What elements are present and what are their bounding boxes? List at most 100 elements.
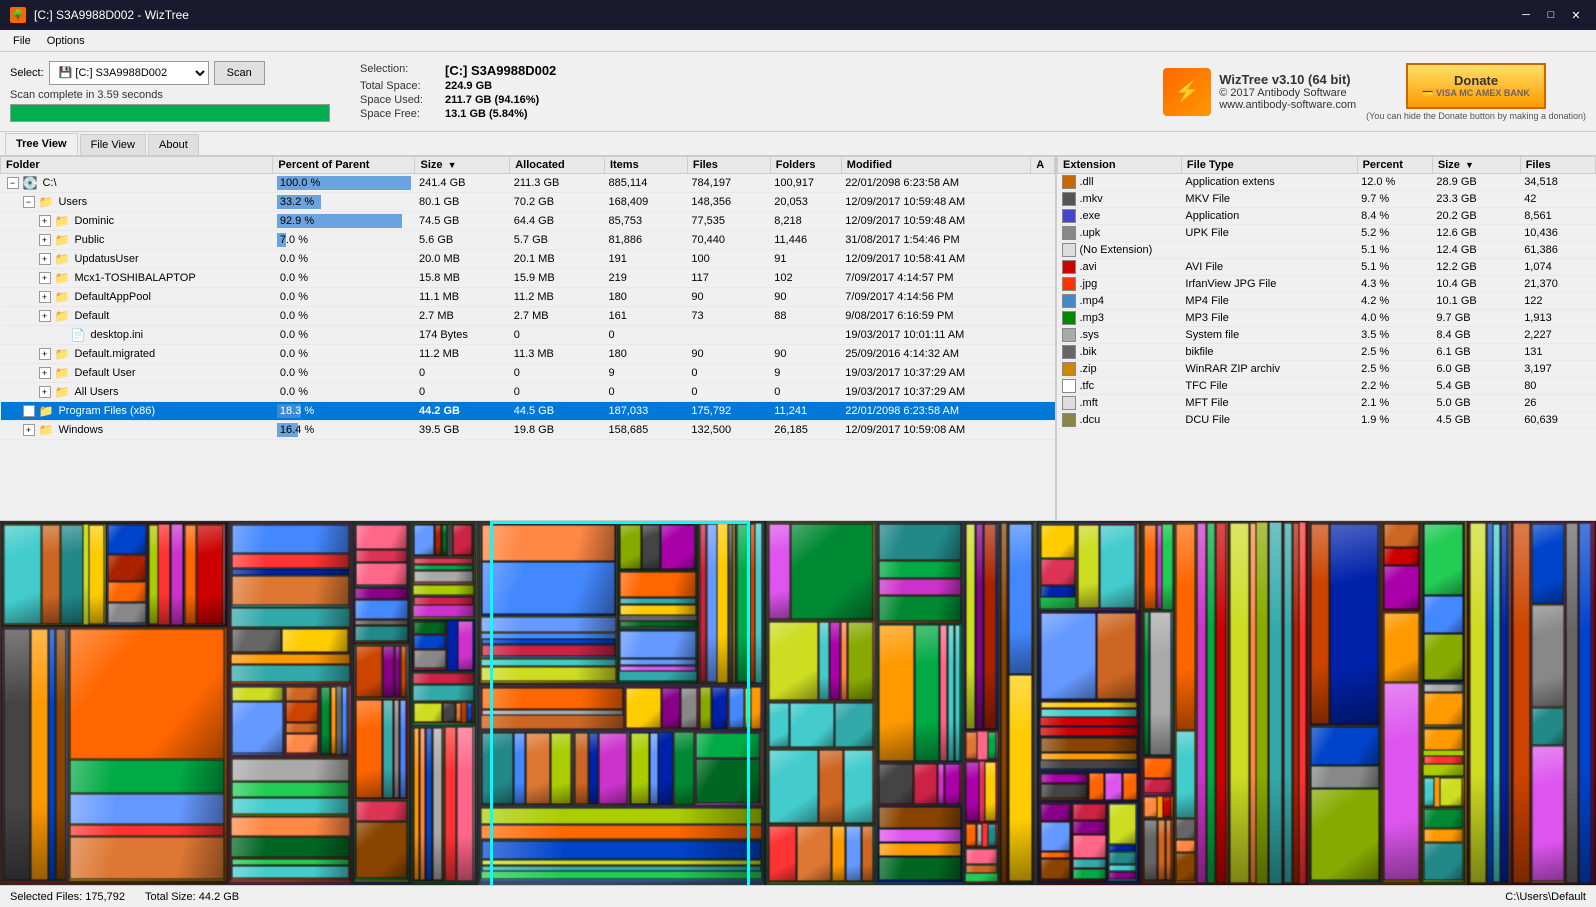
folder-panel: Folder Percent of Parent Size ▼ Allocate… xyxy=(0,156,1056,520)
table-row[interactable]: + 📁 All Users 0.0 % 0000019/03/2017 10:3… xyxy=(1,383,1055,402)
folder-scroll[interactable]: Folder Percent of Parent Size ▼ Allocate… xyxy=(0,156,1055,520)
tabs: Tree View File View About xyxy=(0,132,1596,156)
col-ext-size[interactable]: Size ▼ xyxy=(1432,157,1520,174)
ext-percent-cell: 5.2 % xyxy=(1357,225,1432,242)
expand-icon[interactable]: − xyxy=(23,196,35,208)
col-size[interactable]: Size ▼ xyxy=(415,157,510,174)
table-row[interactable]: + 📁 UpdatusUser 0.0 % 20.0 MB20.1 MB1911… xyxy=(1,250,1055,269)
list-item[interactable]: .jpg IrfanView JPG File4.3 %10.4 GB21,37… xyxy=(1058,276,1596,293)
maximize-button[interactable]: □ xyxy=(1541,5,1561,25)
list-item[interactable]: (No Extension) 5.1 %12.4 GB61,386 xyxy=(1058,242,1596,259)
col-files[interactable]: Files xyxy=(687,157,770,174)
treemap[interactable] xyxy=(0,521,1596,885)
col-ext-files[interactable]: Files xyxy=(1520,157,1595,174)
ext-files-cell: 26 xyxy=(1520,395,1595,412)
col-folders[interactable]: Folders xyxy=(770,157,841,174)
expand-icon[interactable]: + xyxy=(39,310,51,322)
tab-about[interactable]: About xyxy=(148,134,199,155)
a-cell xyxy=(1031,421,1055,440)
expand-icon[interactable]: + xyxy=(23,424,35,436)
table-row[interactable]: + 📁 Program Files (x86) 18.3 % 44.2 GB44… xyxy=(1,402,1055,421)
progress-bar xyxy=(10,104,330,122)
table-row[interactable]: + 📁 Windows 16.4 % 39.5 GB19.8 GB158,685… xyxy=(1,421,1055,440)
col-percent[interactable]: Percent of Parent xyxy=(273,157,415,174)
list-item[interactable]: .sys System file3.5 %8.4 GB2,227 xyxy=(1058,327,1596,344)
list-item[interactable]: .mkv MKV File9.7 %23.3 GB42 xyxy=(1058,191,1596,208)
ext-percent-cell: 5.1 % xyxy=(1357,259,1432,276)
ext-size-cell: 12.4 GB xyxy=(1432,242,1520,259)
list-item[interactable]: .mp4 MP4 File4.2 %10.1 GB122 xyxy=(1058,293,1596,310)
modified-cell: 19/03/2017 10:37:29 AM xyxy=(841,383,1030,402)
col-items[interactable]: Items xyxy=(604,157,687,174)
table-row[interactable]: + 📁 Dominic 92.9 % 74.5 GB64.4 GB85,7537… xyxy=(1,212,1055,231)
folder-icon: 📁 xyxy=(55,271,70,285)
expand-icon[interactable]: − xyxy=(7,177,19,189)
list-item[interactable]: .avi AVI File5.1 %12.2 GB1,074 xyxy=(1058,259,1596,276)
ext-files-cell: 131 xyxy=(1520,344,1595,361)
ext-size-cell: 20.2 GB xyxy=(1432,208,1520,225)
table-row[interactable]: + 📁 Default.migrated 0.0 % 11.2 MB11.3 M… xyxy=(1,345,1055,364)
expand-icon[interactable]: + xyxy=(23,405,35,417)
folders-cell: 26,185 xyxy=(770,421,841,440)
tab-file-view[interactable]: File View xyxy=(80,134,146,155)
table-row[interactable]: 📄 desktop.ini 0.0 % 174 Bytes0019/03/201… xyxy=(1,326,1055,345)
table-row[interactable]: − 📁 Users 33.2 % 80.1 GB70.2 GB168,40914… xyxy=(1,193,1055,212)
col-folder[interactable]: Folder xyxy=(1,157,273,174)
table-row[interactable]: + 📁 DefaultAppPool 0.0 % 11.1 MB11.2 MB1… xyxy=(1,288,1055,307)
percent-cell: 0.0 % xyxy=(273,269,415,288)
percent-cell: 0.0 % xyxy=(273,345,415,364)
col-a[interactable]: A xyxy=(1031,157,1055,174)
list-item[interactable]: .dll Application extens12.0 %28.9 GB34,5… xyxy=(1058,174,1596,191)
items-cell: 191 xyxy=(604,250,687,269)
file-type-cell: System file xyxy=(1181,327,1357,344)
expand-icon[interactable]: + xyxy=(39,215,51,227)
modified-cell: 22/01/2098 6:23:58 AM xyxy=(841,174,1030,193)
minimize-button[interactable]: ─ xyxy=(1516,5,1536,25)
folder-icon: 📁 xyxy=(55,214,70,228)
table-row[interactable]: − 💽 C:\ 100.0 % 241.4 GB211.3 GB885,1147… xyxy=(1,174,1055,193)
folder-name-cell: + 📁 Mcx1-TOSHIBALAPTOP xyxy=(1,269,273,288)
table-row[interactable]: + 📁 Default User 0.0 % 0090919/03/2017 1… xyxy=(1,364,1055,383)
ext-scroll[interactable]: Extension File Type Percent Size ▼ Files… xyxy=(1057,156,1596,520)
list-item[interactable]: .tfc TFC File2.2 %5.4 GB80 xyxy=(1058,378,1596,395)
folder-icon: 📄 xyxy=(71,328,86,342)
menu-file[interactable]: File xyxy=(5,33,39,49)
list-item[interactable]: .zip WinRAR ZIP archiv2.5 %6.0 GB3,197 xyxy=(1058,361,1596,378)
expand-icon[interactable]: + xyxy=(39,253,51,265)
ext-percent-cell: 1.9 % xyxy=(1357,412,1432,429)
expand-icon[interactable]: + xyxy=(39,291,51,303)
folder-icon: 📁 xyxy=(55,233,70,247)
list-item[interactable]: .mft MFT File2.1 %5.0 GB26 xyxy=(1058,395,1596,412)
table-row[interactable]: + 📁 Default 0.0 % 2.7 MB2.7 MB16173889/0… xyxy=(1,307,1055,326)
list-item[interactable]: .mp3 MP3 File4.0 %9.7 GB1,913 xyxy=(1058,310,1596,327)
logo-icon: ⚡ xyxy=(1163,68,1211,116)
expand-icon[interactable]: + xyxy=(39,386,51,398)
donate-button[interactable]: Donate 💳 VISA MC AMEX BANK xyxy=(1406,63,1546,109)
expand-icon[interactable]: + xyxy=(39,367,51,379)
col-allocated[interactable]: Allocated xyxy=(510,157,605,174)
expand-icon[interactable]: + xyxy=(39,348,51,360)
list-item[interactable]: .bik bikfile2.5 %6.1 GB131 xyxy=(1058,344,1596,361)
table-row[interactable]: + 📁 Mcx1-TOSHIBALAPTOP 0.0 % 15.8 MB15.9… xyxy=(1,269,1055,288)
menu-options[interactable]: Options xyxy=(39,33,93,49)
col-ext-percent[interactable]: Percent xyxy=(1357,157,1432,174)
list-item[interactable]: .upk UPK File5.2 %12.6 GB10,436 xyxy=(1058,225,1596,242)
col-extension[interactable]: Extension xyxy=(1058,157,1182,174)
expand-icon[interactable]: + xyxy=(39,234,51,246)
expand-icon[interactable]: + xyxy=(39,272,51,284)
size-cell: 5.6 GB xyxy=(415,231,510,250)
tab-tree-view[interactable]: Tree View xyxy=(5,133,78,155)
folder-name-cell: + 📁 UpdatusUser xyxy=(1,250,273,269)
a-cell xyxy=(1031,383,1055,402)
col-modified[interactable]: Modified xyxy=(841,157,1030,174)
donate-cards: 💳 VISA MC AMEX BANK xyxy=(1422,88,1530,99)
col-file-type[interactable]: File Type xyxy=(1181,157,1357,174)
close-button[interactable]: ✕ xyxy=(1566,5,1586,25)
table-row[interactable]: + 📁 Public 7.0 % 5.6 GB5.7 GB81,88670,44… xyxy=(1,231,1055,250)
list-item[interactable]: .exe Application8.4 %20.2 GB8,561 xyxy=(1058,208,1596,225)
scan-button[interactable]: Scan xyxy=(214,61,265,85)
drive-select[interactable]: 💾 [C:] S3A9988D002 xyxy=(49,61,209,85)
folder-name-cell: − 💽 C:\ xyxy=(1,174,273,193)
allocated-cell: 64.4 GB xyxy=(510,212,605,231)
list-item[interactable]: .dcu DCU File1.9 %4.5 GB60,639 xyxy=(1058,412,1596,429)
